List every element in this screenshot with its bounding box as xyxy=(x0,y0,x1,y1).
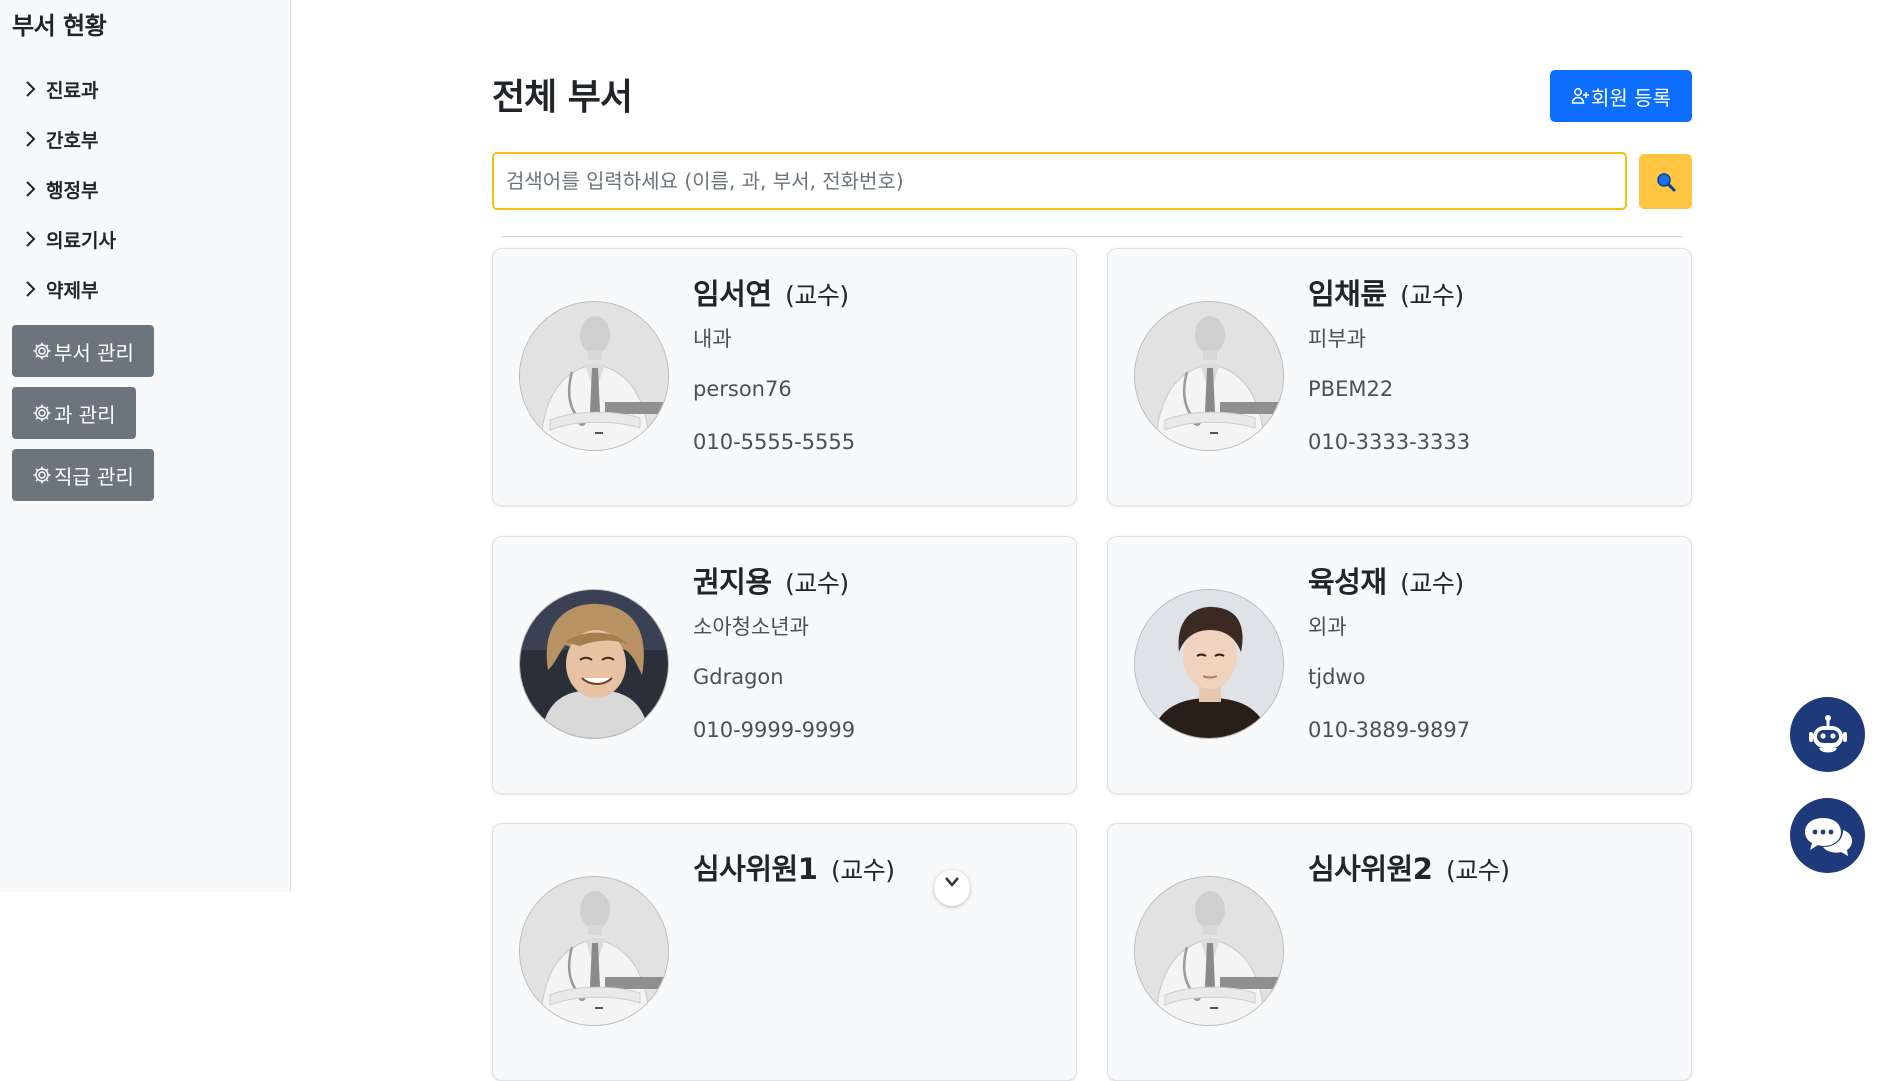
staff-dept: 내과 xyxy=(693,327,732,351)
staff-name: 임채륜 xyxy=(1308,277,1387,311)
staff-id: PBEM22 xyxy=(1308,377,1394,401)
avatar xyxy=(1134,589,1284,739)
search-divider xyxy=(502,236,1682,237)
staff-id: person76 xyxy=(693,377,792,401)
staff-name-row: 심사위원2 (교수) xyxy=(1308,846,1510,888)
staff-name: 심사위원2 xyxy=(1308,852,1433,886)
scroll-down-button[interactable] xyxy=(934,870,970,906)
gear-icon xyxy=(33,342,51,360)
staff-name: 심사위원1 xyxy=(693,852,818,886)
gear-icon xyxy=(33,404,51,422)
staff-id: tjdwo xyxy=(1308,665,1366,689)
sidebar: 부서 현황 진료과 간호부 행정부 의료기사 약제부 부서 관리 과 관리 직급… xyxy=(0,0,291,892)
staff-name: 임서연 xyxy=(693,277,772,311)
staff-id: Gdragon xyxy=(693,665,784,689)
register-member-button[interactable]: 회원 등록 xyxy=(1550,70,1692,122)
staff-rank: (교수) xyxy=(785,281,849,310)
register-member-label: 회원 등록 xyxy=(1591,85,1671,110)
staff-dept: 소아청소년과 xyxy=(693,615,809,639)
section-manage-label: 과 관리 xyxy=(54,402,116,427)
search-button[interactable] xyxy=(1639,154,1692,209)
search-input[interactable] xyxy=(492,152,1627,210)
profile-photo xyxy=(1135,590,1283,738)
magnifier-icon xyxy=(1656,172,1675,191)
staff-rank: (교수) xyxy=(1400,281,1464,310)
chatbot-button[interactable] xyxy=(1790,697,1865,772)
dept-manage-button[interactable]: 부서 관리 xyxy=(12,325,154,377)
staff-name-row: 심사위원1 (교수) xyxy=(693,846,895,888)
chevron-right-icon xyxy=(26,281,36,297)
staff-dept: 피부과 xyxy=(1308,327,1366,351)
avatar xyxy=(1134,301,1284,451)
doctor-avatar-icon xyxy=(520,302,669,451)
chat-bubbles-icon xyxy=(1804,817,1852,856)
staff-name-row: 임서연 (교수) xyxy=(693,271,849,313)
robot-icon xyxy=(1808,714,1847,752)
chat-button[interactable] xyxy=(1790,798,1865,873)
chevron-down-icon xyxy=(945,877,959,887)
sidebar-title: 부서 현황 xyxy=(12,12,107,40)
doctor-avatar-icon xyxy=(1135,877,1284,1026)
staff-name: 권지용 xyxy=(693,565,772,599)
staff-phone: 010-9999-9999 xyxy=(693,718,856,742)
staff-rank: (교수) xyxy=(831,856,895,885)
dept-manage-label: 부서 관리 xyxy=(54,340,134,365)
staff-card[interactable]: 임서연 (교수) 내과 person76 010-5555-5555 xyxy=(492,248,1077,506)
sidebar-item-medical[interactable]: 진료과 xyxy=(24,64,116,114)
rank-manage-label: 직급 관리 xyxy=(54,464,134,489)
staff-card[interactable]: 심사위원1 (교수) xyxy=(492,823,1077,1081)
staff-phone: 010-3333-3333 xyxy=(1308,430,1471,454)
page-title: 전체 부서 xyxy=(492,77,633,118)
profile-photo xyxy=(520,590,668,738)
sidebar-item-label: 행정부 xyxy=(46,179,99,202)
staff-card[interactable]: 심사위원2 (교수) xyxy=(1107,823,1692,1081)
sidebar-nav: 진료과 간호부 행정부 의료기사 약제부 xyxy=(24,64,116,314)
person-plus-icon xyxy=(1571,88,1590,104)
sidebar-item-label: 의료기사 xyxy=(46,229,116,252)
chevron-right-icon xyxy=(26,131,36,147)
avatar xyxy=(519,876,669,1026)
staff-rank: (교수) xyxy=(785,569,849,598)
rank-manage-button[interactable]: 직급 관리 xyxy=(12,449,154,501)
sidebar-item-label: 약제부 xyxy=(46,279,99,302)
sidebar-item-technician[interactable]: 의료기사 xyxy=(24,214,116,264)
staff-name-row: 권지용 (교수) xyxy=(693,559,849,601)
sidebar-item-label: 간호부 xyxy=(46,129,99,152)
sidebar-item-admin[interactable]: 행정부 xyxy=(24,164,116,214)
staff-rank: (교수) xyxy=(1400,569,1464,598)
staff-phone: 010-3889-9897 xyxy=(1308,718,1471,742)
staff-name: 육성재 xyxy=(1308,565,1387,599)
staff-phone: 010-5555-5555 xyxy=(693,430,856,454)
avatar xyxy=(519,589,669,739)
staff-name-row: 육성재 (교수) xyxy=(1308,559,1464,601)
gear-icon xyxy=(33,466,51,484)
sidebar-item-nursing[interactable]: 간호부 xyxy=(24,114,116,164)
staff-card[interactable]: 임채륜 (교수) 피부과 PBEM22 010-3333-3333 xyxy=(1107,248,1692,506)
staff-card[interactable]: 권지용 (교수) 소아청소년과 Gdragon 010-9999-9999 xyxy=(492,536,1077,794)
staff-dept: 외과 xyxy=(1308,615,1347,639)
section-manage-button[interactable]: 과 관리 xyxy=(12,387,136,439)
staff-name-row: 임채륜 (교수) xyxy=(1308,271,1464,313)
avatar xyxy=(519,301,669,451)
doctor-avatar-icon xyxy=(520,877,669,1026)
chevron-right-icon xyxy=(26,231,36,247)
sidebar-item-label: 진료과 xyxy=(46,79,99,102)
staff-card[interactable]: 육성재 (교수) 외과 tjdwo 010-3889-9897 xyxy=(1107,536,1692,794)
chevron-right-icon xyxy=(26,81,36,97)
staff-rank: (교수) xyxy=(1446,856,1510,885)
sidebar-item-pharmacy[interactable]: 약제부 xyxy=(24,264,116,314)
doctor-avatar-icon xyxy=(1135,302,1284,451)
avatar xyxy=(1134,876,1284,1026)
chevron-right-icon xyxy=(26,181,36,197)
